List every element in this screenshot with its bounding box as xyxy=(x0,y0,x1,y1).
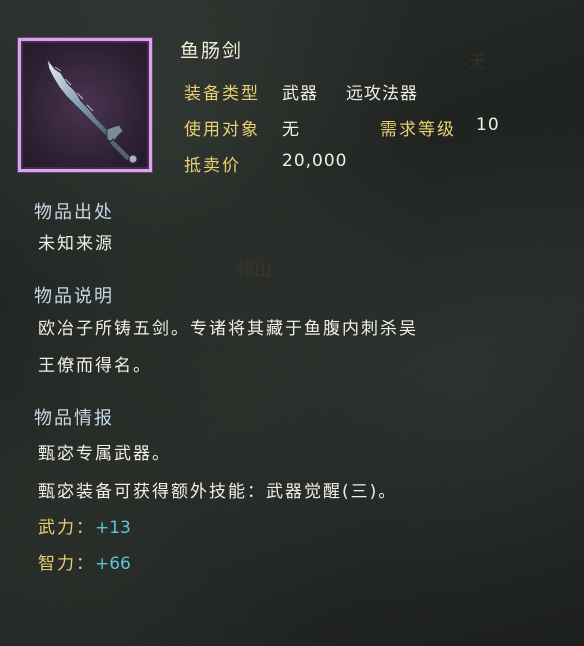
user-label: 使用对象 xyxy=(184,120,260,140)
req-level-value: 10 xyxy=(476,115,500,135)
req-level-label: 需求等级 xyxy=(380,120,456,140)
stat-value-intelligence: +66 xyxy=(95,554,131,574)
stat-row-intelligence: 智力：+66 xyxy=(38,546,558,582)
map-stamp-tian: 天 xyxy=(468,52,486,73)
sell-price-value: 20,000 xyxy=(282,151,348,171)
equip-type-label: 装备类型 xyxy=(184,84,260,104)
item-icon-frame[interactable] xyxy=(18,38,152,172)
stat-label-intelligence: 智力： xyxy=(38,554,95,574)
item-name: 鱼肠剑 xyxy=(180,40,244,62)
description-line-2: 王僚而得名。 xyxy=(38,356,152,376)
info-title: 物品情报 xyxy=(34,408,114,429)
description-title: 物品说明 xyxy=(34,286,114,307)
stat-label-strength: 武力： xyxy=(38,518,95,538)
sword-icon xyxy=(46,58,138,164)
stat-row-strength: 武力：+13 xyxy=(38,510,558,546)
equip-subtype-value: 远攻法器 xyxy=(346,84,418,104)
sell-price-label: 抵卖价 xyxy=(184,156,241,176)
info-line-2: 甄宓装备可获得额外技能：武器觉醒(三)。 xyxy=(38,482,398,502)
equip-type-value: 武器 xyxy=(282,84,318,104)
description-line-1: 欧冶子所铸五剑。专诸将其藏于鱼腹内刺杀吴 xyxy=(38,319,418,339)
info-line-1: 甄宓专属武器。 xyxy=(38,444,171,464)
stat-value-strength: +13 xyxy=(95,518,131,538)
user-value: 无 xyxy=(282,120,300,140)
origin-text: 未知来源 xyxy=(38,234,114,254)
origin-title: 物品出处 xyxy=(34,202,114,223)
